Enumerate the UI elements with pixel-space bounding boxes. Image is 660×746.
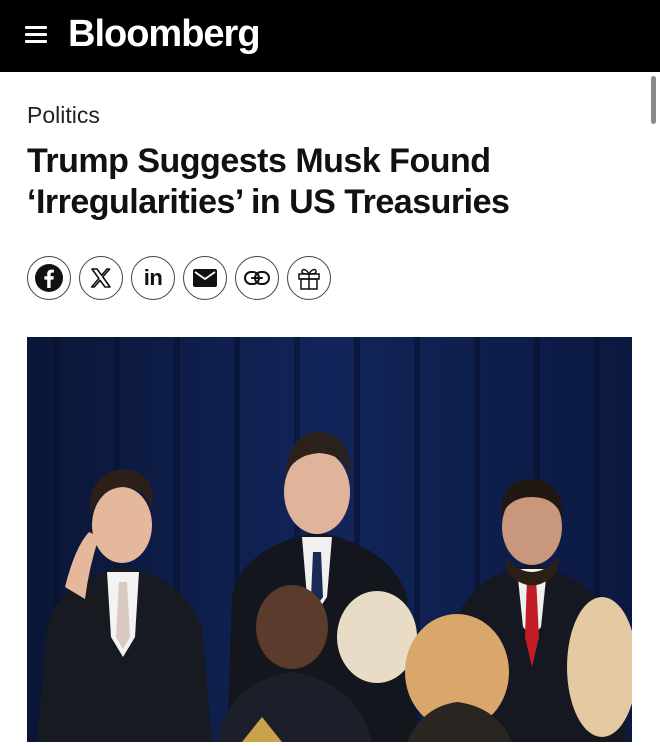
link-icon [244, 271, 270, 285]
x-share-button[interactable] [79, 256, 123, 300]
linkedin-icon: in [143, 265, 163, 290]
headline-line-2: ‘Irregularities’ in US Treasuries [27, 183, 510, 221]
top-navigation-bar: Bloomberg [0, 0, 660, 72]
share-buttons-row: in [27, 256, 331, 300]
section-label[interactable]: Politics [27, 102, 100, 129]
copy-link-share-button[interactable] [235, 256, 279, 300]
photo-illustration [27, 337, 632, 742]
headline-line-1: Trump Suggests Musk Found [27, 142, 491, 180]
article-hero-photo [27, 337, 632, 742]
article-headline: Trump Suggests Musk Found ‘Irregularitie… [27, 141, 627, 223]
gift-article-button[interactable] [287, 256, 331, 300]
gift-icon [298, 268, 320, 290]
bloomberg-logo[interactable]: Bloomberg [68, 10, 261, 58]
email-icon [193, 269, 217, 287]
x-icon [90, 268, 111, 288]
facebook-share-button[interactable] [27, 256, 71, 300]
hamburger-menu-icon[interactable] [25, 24, 47, 44]
linkedin-share-button[interactable]: in [131, 256, 175, 300]
scrollbar-thumb[interactable] [651, 76, 656, 124]
facebook-icon [35, 264, 63, 292]
email-share-button[interactable] [183, 256, 227, 300]
